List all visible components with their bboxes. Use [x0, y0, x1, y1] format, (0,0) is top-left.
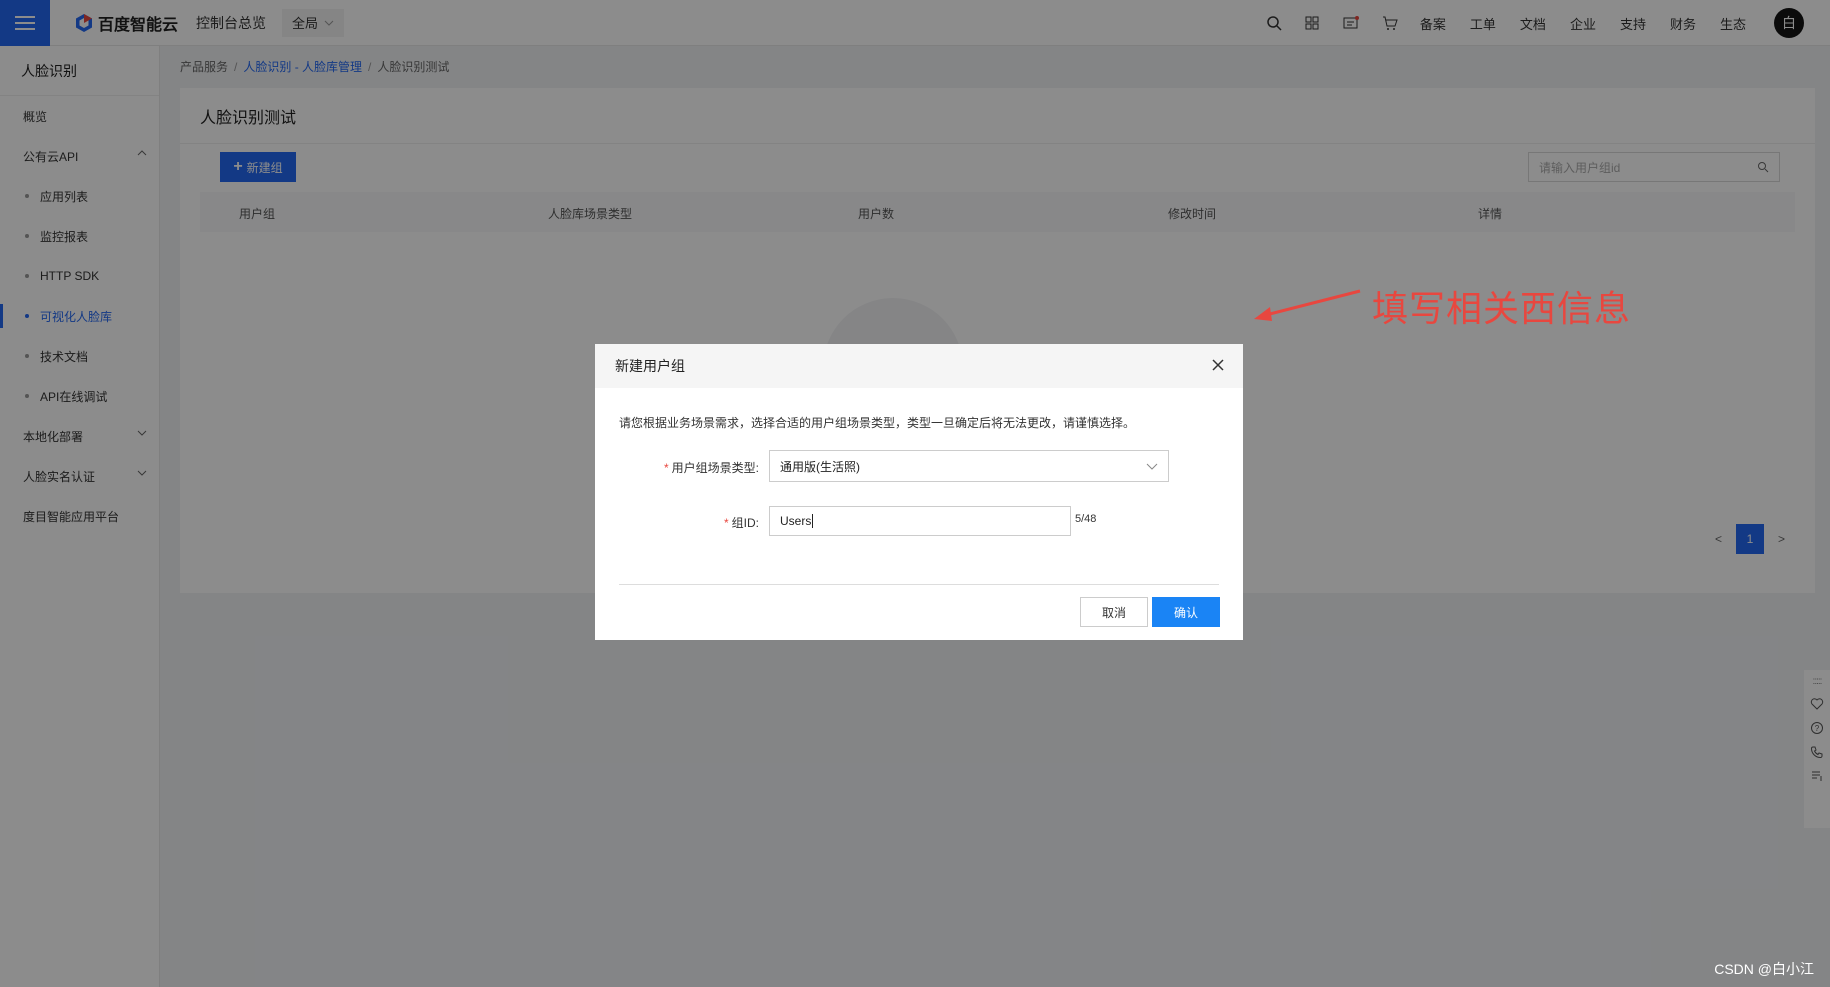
scene-type-select[interactable]: 通用版(生活照)	[769, 450, 1169, 482]
cancel-button[interactable]: 取消	[1080, 597, 1148, 627]
close-icon[interactable]	[1211, 358, 1225, 372]
chevron-down-icon	[1146, 463, 1158, 470]
confirm-button[interactable]: 确认	[1152, 597, 1220, 627]
dialog-header: 新建用户组	[595, 344, 1243, 388]
dialog-description: 请您根据业务场景需求，选择合适的用户组场景类型，类型一旦确定后将无法更改，请谨慎…	[619, 416, 1136, 430]
group-id-label: * 组ID:	[723, 516, 759, 530]
scene-type-label: * 用户组场景类型:	[663, 461, 759, 475]
group-id-input[interactable]: Users	[769, 506, 1071, 536]
dialog-divider	[619, 584, 1219, 585]
group-id-value: Users	[780, 514, 812, 528]
annotation-arrow-icon	[1254, 289, 1361, 321]
dialog-title: 新建用户组	[615, 358, 685, 374]
scene-type-value: 通用版(生活照)	[780, 459, 860, 474]
watermark: CSDN @白小江	[1714, 961, 1814, 977]
group-id-char-count: 5/48	[1075, 513, 1097, 525]
new-user-group-dialog: 新建用户组 请您根据业务场景需求，选择合适的用户组场景类型，类型一旦确定后将无法…	[595, 344, 1243, 640]
annotation-text: 填写相关西信息	[1372, 288, 1632, 329]
